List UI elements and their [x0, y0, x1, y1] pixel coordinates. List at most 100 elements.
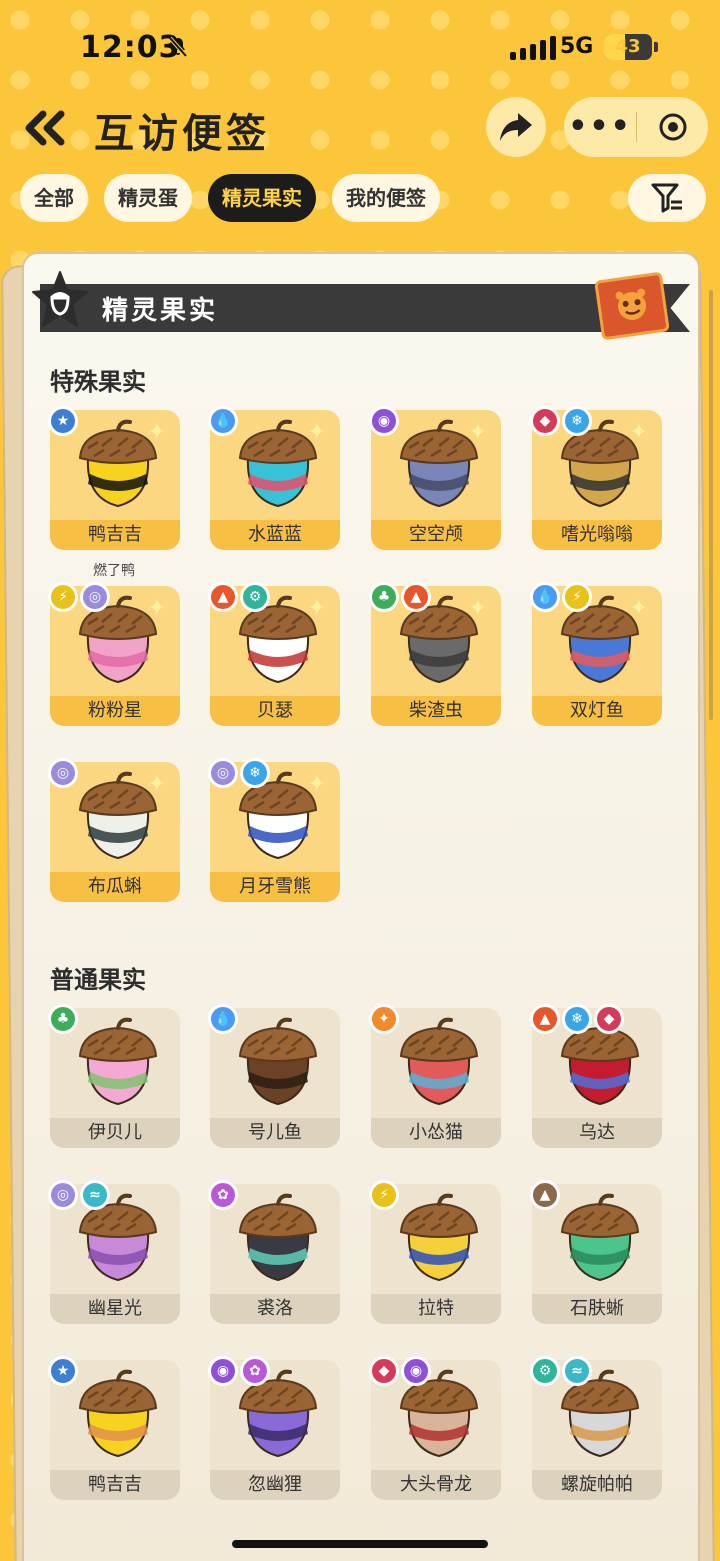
element-badges: 💧 ⚡	[530, 582, 592, 612]
wing-icon: ≈	[80, 1180, 110, 1210]
snowflake-icon: ❄	[240, 758, 270, 788]
element-badges: ⚙ ≈	[530, 1356, 592, 1386]
banner-title: 精灵果实	[102, 296, 219, 326]
water-drop-icon: 💧	[530, 582, 560, 612]
bell-muted-icon	[168, 36, 188, 58]
sparkle-icon: ✦	[147, 420, 166, 445]
sparkle-icon: ✦	[147, 772, 166, 797]
special-fruit-item[interactable]: ✦ ♣ ▲ 柴渣虫	[369, 582, 501, 726]
leaf-icon: ♣	[48, 1004, 78, 1034]
special-fruit-item[interactable]: ✦ ◎ 布瓜蝌	[48, 758, 180, 902]
fruit-owner-label: 燃了鸭	[93, 563, 135, 579]
snowflake-icon: ❄	[562, 1004, 592, 1034]
target-close-icon	[659, 113, 686, 141]
normal-fruit-item[interactable]: ✿ 裘洛	[208, 1180, 340, 1324]
special-fruit-item[interactable]: ✦ ◎ ❄ 月牙雪熊	[208, 758, 340, 902]
wing-icon: ≈	[562, 1356, 592, 1386]
normal-fruit-item[interactable]: ◎ ≈ 幽星光	[48, 1180, 180, 1324]
fruit-name: 空空颅	[371, 520, 501, 550]
fruit-name: 水蓝蓝	[210, 520, 340, 550]
special-fruit-item[interactable]: ✦ ⚡ ◎ 粉粉星	[48, 582, 180, 726]
special-fruit-item[interactable]: ✦ ◆ ❄ 嗜光嗡嗡	[530, 406, 662, 550]
element-badges: ★	[48, 1356, 78, 1386]
special-fruit-item[interactable]: ✦ 💧 ⚡ 双灯鱼	[530, 582, 662, 726]
fruit-name: 小怂猫	[371, 1118, 501, 1148]
share-button[interactable]	[486, 97, 546, 157]
fruit-name: 柴渣虫	[371, 696, 501, 726]
normal-fruit-item[interactable]: ♣ 伊贝儿	[48, 1004, 180, 1148]
element-badges: ◎	[48, 758, 78, 788]
acorn-fruit-icon	[399, 1193, 479, 1282]
lightning-icon: ⚡	[48, 582, 78, 612]
gear-icon: ⚙	[240, 582, 270, 612]
page-title: 互访便签	[94, 111, 270, 157]
element-badges: ◎ ≈	[48, 1180, 110, 1210]
normal-fruit-item[interactable]: ◉ ✿ 忽幽狸	[208, 1356, 340, 1500]
fruit-name: 双灯鱼	[532, 696, 662, 726]
sun-icon: ✦	[369, 1004, 399, 1034]
tab-spirit-fruit[interactable]: 精灵果实	[208, 174, 316, 222]
more-options-button[interactable]: •••	[564, 97, 636, 157]
acorn-fruit-icon	[399, 1017, 479, 1106]
battery-percent: 43	[615, 36, 641, 57]
normal-fruit-item[interactable]: ▲ ❄ ◆ 乌达	[530, 1004, 662, 1148]
fruit-name: 螺旋帕帕	[532, 1470, 662, 1500]
mountain-icon: ▲	[530, 1180, 560, 1210]
normal-fruit-item[interactable]: ⚡ 拉特	[369, 1180, 501, 1324]
fruit-name: 鸭吉吉	[50, 520, 180, 550]
tab-all[interactable]: 全部	[20, 174, 88, 222]
element-badges: ✦	[369, 1004, 399, 1034]
fruit-name: 号儿鱼	[210, 1118, 340, 1148]
leaf-icon: ♣	[369, 582, 399, 612]
gear-icon: ⚙	[530, 1356, 560, 1386]
ghost-icon: ◉	[369, 406, 399, 436]
sparkle-icon: ✦	[468, 420, 487, 445]
lightning-icon: ⚡	[562, 582, 592, 612]
normal-fruit-item[interactable]: ✦ 小怂猫	[369, 1004, 501, 1148]
network-type: 5G	[560, 34, 594, 59]
mini-program-capsule: •••	[564, 97, 708, 157]
normal-fruit-item[interactable]: 💧 号儿鱼	[208, 1004, 340, 1148]
tab-spirit-egg[interactable]: 精灵蛋	[104, 174, 192, 222]
element-badges: ♣ ▲	[369, 582, 431, 612]
fairy-icon: ✿	[208, 1180, 238, 1210]
demon-icon: ◆	[369, 1356, 399, 1386]
special-fruit-item[interactable]: ✦ ▲ ⚙ 贝瑟	[208, 582, 340, 726]
acorn-fruit-icon	[238, 1017, 318, 1106]
normal-fruit-item[interactable]: ◆ ◉ 大头骨龙	[369, 1356, 501, 1500]
special-fruit-item[interactable]: ✦ 💧 水蓝蓝	[208, 406, 340, 550]
back-button[interactable]	[18, 100, 74, 156]
special-fruit-item[interactable]: ✦ ★ 鸭吉吉	[48, 406, 180, 550]
flame-icon: ▲	[530, 1004, 560, 1034]
star-icon: ★	[48, 1356, 78, 1386]
normal-fruit-item[interactable]: ▲ 石肤蜥	[530, 1180, 662, 1324]
acorn-fruit-icon	[78, 1017, 158, 1106]
fruit-name: 乌达	[532, 1118, 662, 1148]
normal-fruit-item[interactable]: ★ 鸭吉吉	[48, 1356, 180, 1500]
stamp-badge-icon	[594, 271, 670, 341]
filter-button[interactable]	[628, 174, 706, 222]
home-indicator[interactable]	[232, 1540, 488, 1548]
tab-my-notes[interactable]: 我的便签	[332, 174, 440, 222]
acorn-fruit-icon	[560, 1193, 640, 1282]
close-miniprogram-button[interactable]	[637, 112, 708, 142]
acorn-fruit-icon	[238, 1193, 318, 1282]
stamp-face-icon	[615, 288, 646, 320]
demon-icon: ◆	[594, 1004, 624, 1034]
fruit-name: 幽星光	[50, 1294, 180, 1324]
lightning-icon: ⚡	[369, 1180, 399, 1210]
fruit-name: 伊贝儿	[50, 1118, 180, 1148]
special-fruit-item[interactable]: ✦ ◉ 空空颅	[369, 406, 501, 550]
scrollbar-thumb[interactable]	[709, 290, 713, 720]
element-badges: ▲	[530, 1180, 560, 1210]
fruit-name: 大头骨龙	[371, 1470, 501, 1500]
double-chevron-left-icon	[25, 110, 65, 146]
fairy-icon: ✿	[240, 1356, 270, 1386]
element-badges: ◆ ◉	[369, 1356, 431, 1386]
element-badges: ✿	[208, 1180, 238, 1210]
fruit-name: 粉粉星	[50, 696, 180, 726]
battery-tip	[654, 42, 658, 52]
fruit-name: 忽幽狸	[210, 1470, 340, 1500]
normal-fruit-item[interactable]: ⚙ ≈ 螺旋帕帕	[530, 1356, 662, 1500]
flame-icon: ▲	[401, 582, 431, 612]
